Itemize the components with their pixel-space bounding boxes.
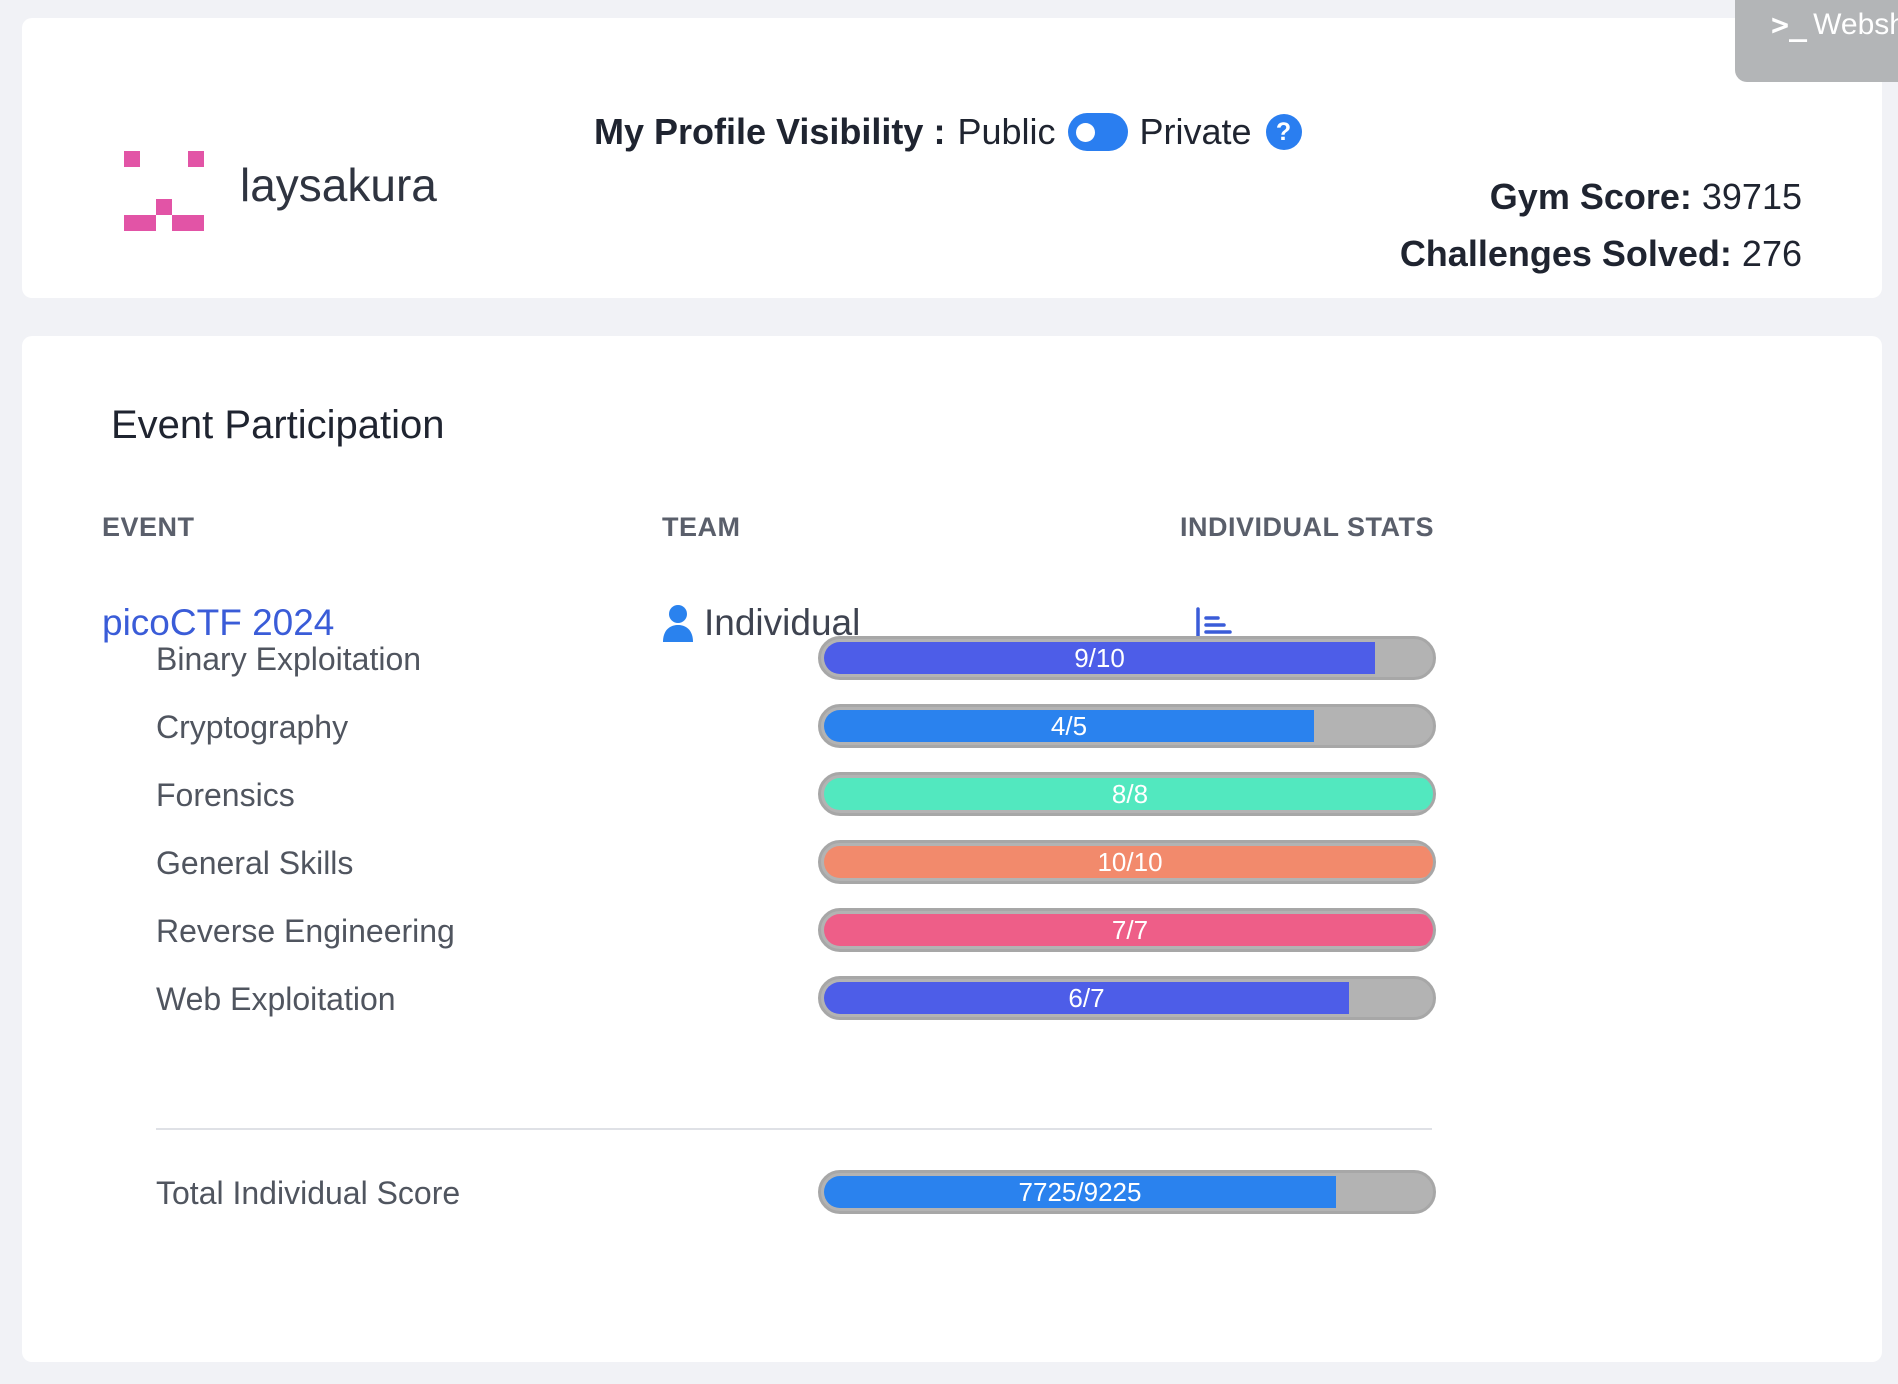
- terminal-icon: >_: [1771, 8, 1808, 43]
- category-reverse-engineering-label: Reverse Engineering: [156, 913, 455, 949]
- category-forensics-label: Forensics: [156, 777, 295, 813]
- category-binary-exploitation-progress-text: 9/10: [1074, 643, 1125, 673]
- total-individual-score-progress-text: 7725/9225: [1018, 1177, 1142, 1207]
- category-web-exploitation-progress-text: 6/7: [1068, 983, 1105, 1013]
- profile-card: laysakura My Profile Visibility : Public…: [22, 18, 1882, 298]
- private-label: Private: [1139, 111, 1252, 152]
- gym-score: Gym Score: 39715: [1400, 168, 1802, 225]
- public-label: Public: [957, 111, 1056, 152]
- profile-visibility: My Profile Visibility : Public Private ?: [594, 108, 1302, 156]
- category-general-skills-label: General Skills: [156, 845, 354, 881]
- category-binary-exploitation-progress-bar: 9/10: [818, 636, 1436, 680]
- person-icon: [663, 605, 693, 642]
- webshell-button[interactable]: >_ Websh: [1735, 0, 1898, 82]
- webshell-label: Websh: [1813, 8, 1898, 41]
- visibility-label: My Profile Visibility: [594, 111, 924, 152]
- category-reverse-engineering-progress-text: 7/7: [1111, 915, 1149, 945]
- visibility-colon: :: [933, 111, 946, 152]
- category-web-exploitation-label: Web Exploitation: [156, 981, 396, 1017]
- category-forensics-progress-bar: 8/8: [818, 772, 1436, 816]
- profile-stats: Gym Score: 39715 Challenges Solved: 276: [1400, 168, 1802, 282]
- category-cryptography-progress-bar: 4/5: [818, 704, 1436, 748]
- username: laysakura: [240, 159, 437, 211]
- category-cryptography-progress-text: 4/5: [1050, 711, 1088, 741]
- total-individual-score-progress-bar: 7725/9225: [818, 1170, 1436, 1214]
- challenges-solved: Challenges Solved: 276: [1400, 225, 1802, 282]
- category-reverse-engineering-progress-bar: 7/7: [818, 908, 1436, 952]
- visibility-toggle[interactable]: [1067, 113, 1128, 151]
- challenges-solved-value: 276: [1741, 233, 1802, 274]
- challenges-solved-label: Challenges Solved:: [1399, 233, 1732, 274]
- section-title: Event Participation: [111, 403, 445, 447]
- column-header-event: EVENT: [102, 512, 195, 542]
- identicon-avatar: [124, 151, 204, 231]
- column-header-individual-stats: INDIVIDUAL STATS: [1180, 512, 1435, 542]
- column-header-team: TEAM: [662, 512, 741, 542]
- category-web-exploitation-progress-bar: 6/7: [818, 976, 1436, 1020]
- gym-score-label: Gym Score:: [1489, 176, 1692, 217]
- divider: [156, 1128, 1432, 1130]
- toggle-knob: [1075, 123, 1095, 142]
- gym-score-value: 39715: [1701, 176, 1802, 217]
- total-individual-score-label: Total Individual Score: [156, 1175, 461, 1211]
- category-general-skills-progress-text: 10/10: [1097, 847, 1163, 877]
- event-participation-card: Event Participation EVENT TEAM INDIVIDUA…: [22, 336, 1882, 1362]
- category-binary-exploitation-label: Binary Exploitation: [156, 641, 422, 677]
- category-forensics-progress-text: 8/8: [1111, 779, 1149, 809]
- help-icon[interactable]: ?: [1265, 114, 1302, 150]
- category-general-skills-progress-bar: 10/10: [818, 840, 1436, 884]
- category-cryptography-label: Cryptography: [156, 709, 349, 745]
